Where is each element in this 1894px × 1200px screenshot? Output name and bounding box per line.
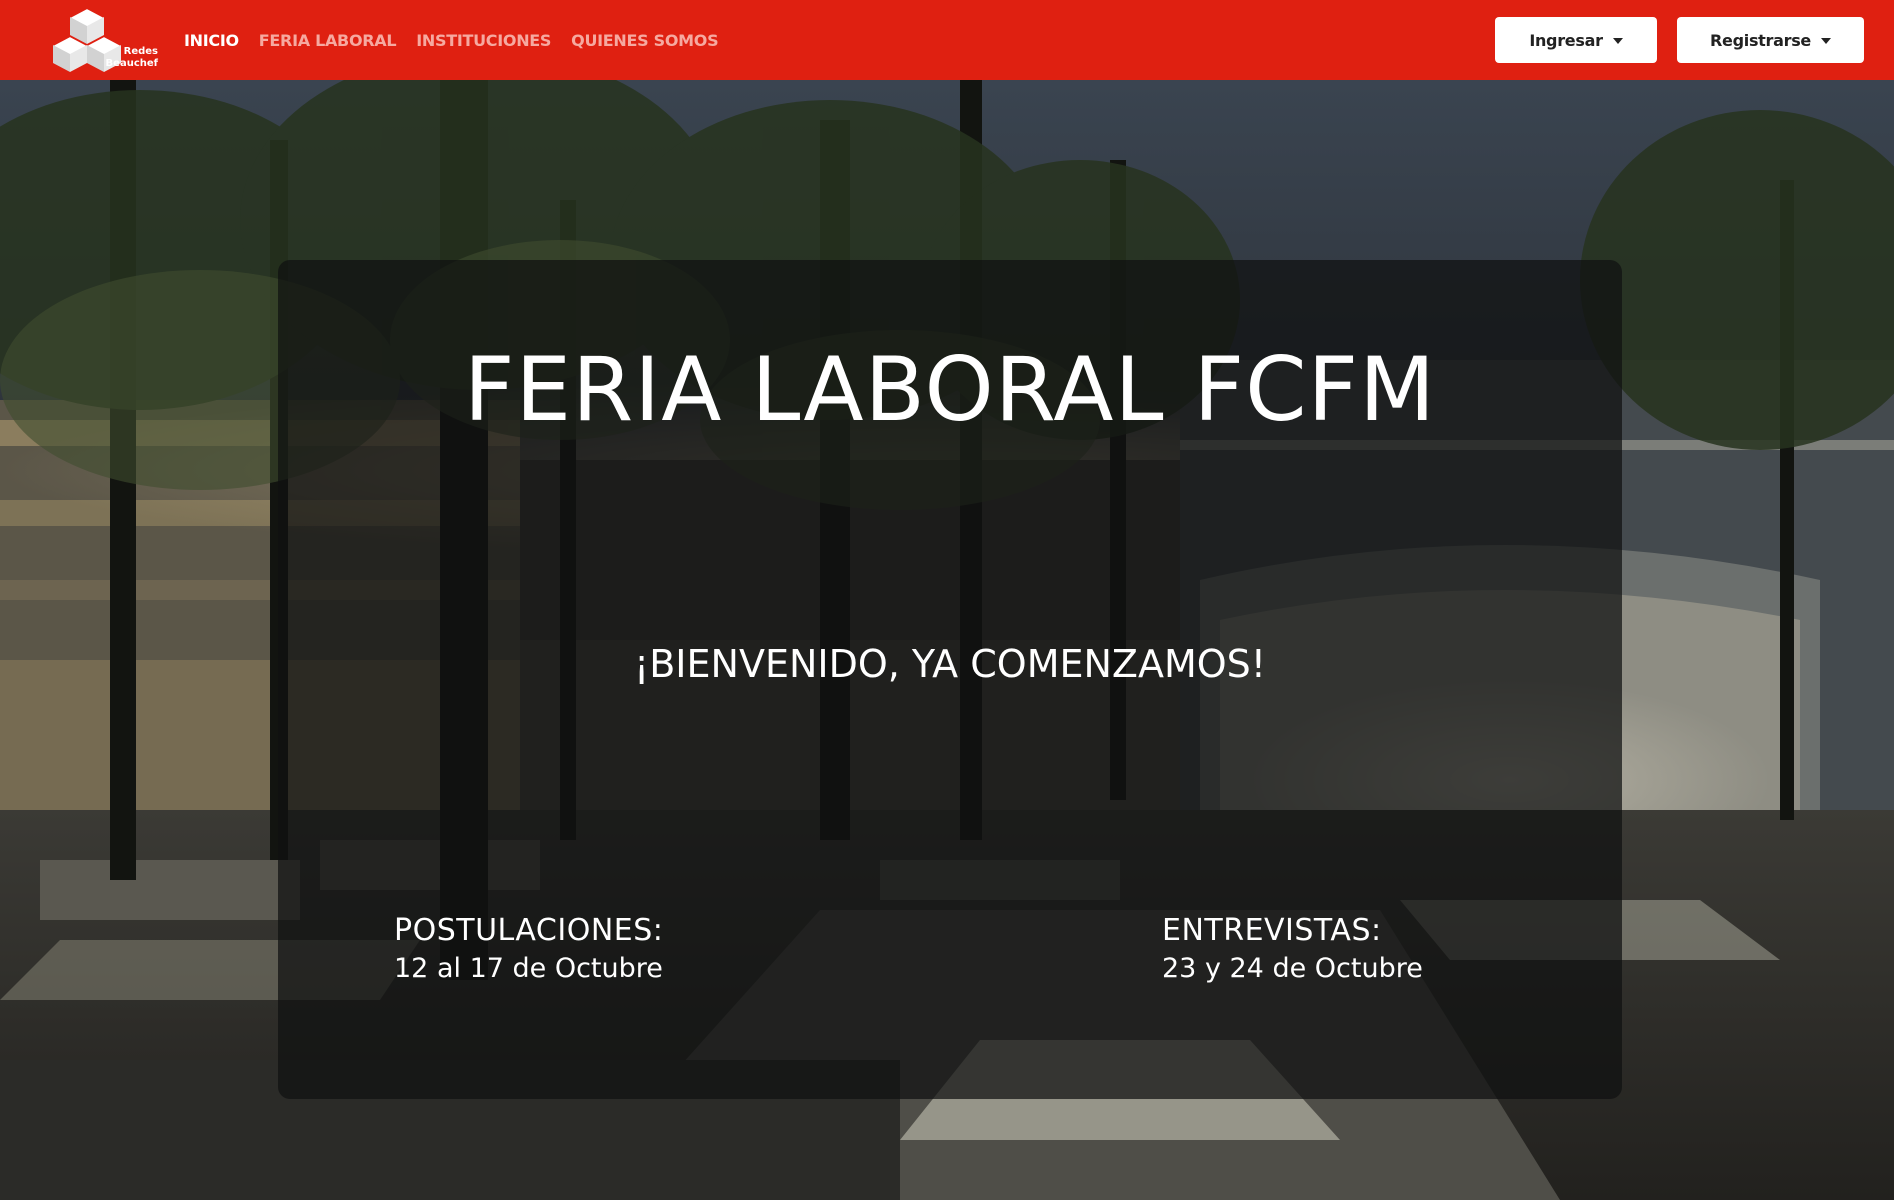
hero-subtitle: ¡BIENVENIDO, YA COMENZAMOS! <box>634 642 1266 686</box>
applications-label: POSTULACIONES: <box>394 913 664 948</box>
caret-down-icon <box>1820 38 1831 44</box>
nav-link-instituciones[interactable]: INSTITUCIONES <box>416 31 551 50</box>
interviews-dates: ENTREVISTAS: 23 y 24 de Octubre <box>1162 912 1423 988</box>
caret-down-icon <box>1612 38 1623 44</box>
applications-dates: POSTULACIONES: 12 al 17 de Octubre <box>394 912 663 988</box>
nav-link-feria-laboral[interactable]: FERIA LABORAL <box>259 31 397 50</box>
page: Redes Beauchef INICIO FERIA LABORAL INST… <box>0 0 1894 1200</box>
hero-card: FERIA LABORAL FCFM ¡BIENVENIDO, YA COMEN… <box>278 260 1622 1099</box>
login-dropdown-button[interactable]: Ingresar <box>1495 17 1657 63</box>
nav-link-inicio[interactable]: INICIO <box>184 31 239 50</box>
logo-text-line2: Beauchef <box>105 58 158 69</box>
logo-text-line1: Redes <box>123 46 158 57</box>
site-logo[interactable]: Redes Beauchef <box>52 6 162 74</box>
register-button-label: Registrarse <box>1710 30 1811 50</box>
login-button-label: Ingresar <box>1529 30 1603 50</box>
hero-title: FERIA LABORAL FCFM <box>463 338 1437 441</box>
main-nav: INICIO FERIA LABORAL INSTITUCIONES QUIEN… <box>184 0 738 80</box>
applications-date-range: 12 al 17 de Octubre <box>394 953 663 984</box>
interviews-date-range: 23 y 24 de Octubre <box>1162 953 1423 984</box>
navbar: Redes Beauchef INICIO FERIA LABORAL INST… <box>0 0 1894 80</box>
nav-link-quienes-somos[interactable]: QUIENES SOMOS <box>571 31 718 50</box>
interviews-label: ENTREVISTAS: <box>1162 913 1382 948</box>
register-dropdown-button[interactable]: Registrarse <box>1677 17 1864 63</box>
